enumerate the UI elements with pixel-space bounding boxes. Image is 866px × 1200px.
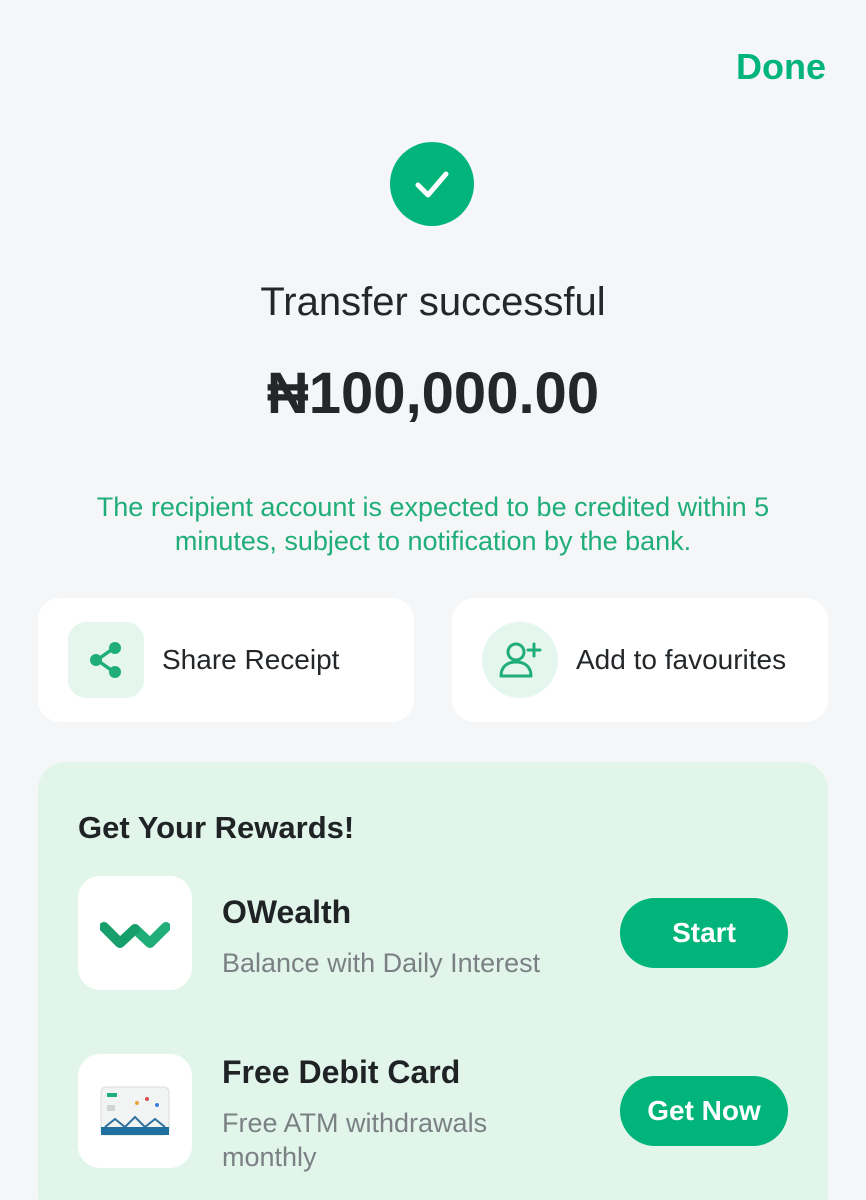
reward-name: Free Debit Card (222, 1054, 461, 1090)
reward-item-debit-card: Free Debit Card Free ATM withdrawals mon… (78, 1054, 788, 1172)
rewards-title: Get Your Rewards! (78, 810, 355, 845)
rewards-panel: Get Your Rewards! OWealth Balance with D… (38, 762, 828, 1200)
reward-item-owealth: OWealth Balance with Daily Interest Star… (78, 876, 788, 992)
done-button[interactable]: Done (736, 46, 826, 88)
reward-name: OWealth (222, 894, 352, 930)
share-icon (68, 622, 144, 698)
transfer-amount: ₦100,000.00 (266, 361, 600, 426)
owealth-logo-icon (78, 876, 192, 990)
status-title: Transfer successful (260, 280, 606, 324)
share-receipt-button[interactable]: Share Receipt (38, 598, 414, 722)
share-receipt-label: Share Receipt (162, 644, 340, 675)
add-user-icon (482, 622, 558, 698)
start-button[interactable]: Start (620, 898, 788, 968)
check-circle-icon (390, 142, 474, 226)
reward-description: Free ATM withdrawals monthly (222, 1108, 488, 1172)
add-to-favourites-button[interactable]: Add to favourites (452, 598, 828, 722)
get-now-button[interactable]: Get Now (620, 1076, 788, 1146)
credit-notice: The recipient account is expected to be … (96, 492, 770, 556)
debit-card-icon (78, 1054, 192, 1168)
transfer-success-screen: Done Transfer successful ₦100,000.00 The… (0, 0, 866, 1200)
add-to-favourites-label: Add to favourites (576, 644, 787, 675)
reward-description: Balance with Daily Interest (222, 948, 541, 978)
